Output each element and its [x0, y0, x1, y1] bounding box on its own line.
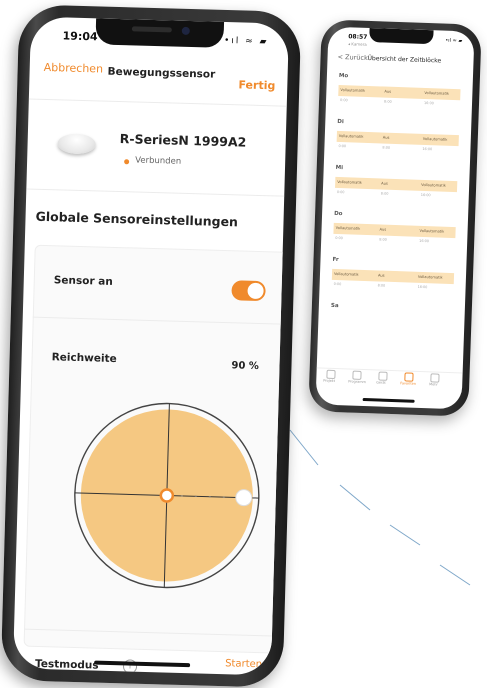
back-page-title: Übersicht der Zeitblöcke [367, 54, 442, 65]
schedule-mode: Vollautomatik [422, 136, 448, 142]
day-label: Sa [330, 302, 339, 310]
back-home-indicator [362, 397, 415, 403]
schedule-mode: Vollautomatik [419, 228, 445, 234]
sensor-toggle[interactable] [231, 280, 266, 302]
schedule-time: 16:00 [422, 146, 433, 152]
schedule-mode: Aus [379, 227, 387, 232]
schedule-time: 0:00 [335, 235, 343, 241]
day-schedule-row[interactable]: Vollautomatik 0:00 Aus 8:00 Vollautomatik 16:… [331, 268, 455, 291]
speaker-grille [131, 26, 172, 33]
back-button[interactable]: < Zurück [337, 53, 367, 62]
schedule-time: 0:00 [336, 189, 345, 195]
schedule-time: 0:00 [333, 281, 342, 287]
range-label: Reichweite [51, 351, 117, 366]
day-schedule-row[interactable]: Vollautomatik 0:00 Aus 8:00 Vollautomatik 16:… [336, 130, 459, 153]
tab-more-icon[interactable] [430, 373, 440, 383]
day-schedule-row[interactable]: Vollautomatik 0:00 Aus 8:00 Vollautomatik 16:… [338, 84, 461, 107]
schedule-time: 8:00 [379, 237, 387, 242]
test-mode-label: Testmodus [34, 657, 99, 672]
schedule-time: 0:00 [338, 143, 347, 149]
range-value: 90 % [231, 360, 260, 373]
connection-status-dot [124, 159, 130, 165]
day-schedule-row[interactable]: Vollautomatik 0:00 Aus 8:00 Vollautomatik 16:… [335, 176, 458, 199]
tab-bar: Projekt Programm Gerät Favoriten Mehr [315, 367, 463, 396]
tab-device[interactable]: Gerät [376, 380, 386, 384]
schedule-time: 8:00 [377, 283, 386, 288]
schedule-time: 16:00 [423, 100, 434, 106]
front-phone-screen: 19:04 •ıl ≈ ▰ Abbrechen Bewegungssensor … [12, 16, 290, 676]
status-icons: •ıl ≈ ▰ [223, 35, 269, 48]
schedule-time: 8:00 [383, 99, 392, 104]
start-button[interactable]: Starten [225, 658, 262, 670]
back-status-sub: ◂ Kamera [347, 41, 367, 47]
tab-program[interactable]: Programm [348, 379, 366, 384]
schedule-mode: Vollautomatik [335, 225, 361, 231]
connection-status: Verbunden [135, 155, 182, 167]
schedule-time: 8:00 [382, 145, 391, 150]
schedule-time: 0:00 [340, 98, 348, 103]
device-name: R-SeriesN 1999A2 [119, 131, 247, 150]
tab-more[interactable]: Mehr [429, 382, 438, 386]
schedule-mode: Aus [381, 181, 388, 186]
toggle-knob [247, 282, 264, 300]
schedule-mode: Vollautomatik [337, 179, 362, 185]
day-label: Mi [335, 164, 344, 172]
schedule-time: 8:00 [380, 191, 389, 196]
section-title: Globale Sensoreinstellungen [35, 208, 239, 230]
day-schedule-row[interactable]: Vollautomatik 0:00 Aus 8:00 Vollautomatik 16:… [333, 222, 456, 245]
sensor-device-icon [57, 133, 96, 155]
range-center-point [159, 488, 175, 503]
day-label: Di [337, 118, 344, 126]
back-status-icons: •ıl ≈ ▰ [445, 37, 463, 45]
tab-project[interactable]: Projekt [323, 379, 335, 383]
schedule-mode: Vollautomatik [424, 90, 450, 96]
back-phone-screen: 08:57 ◂ Kamera •ıl ≈ ▰ < Zurück Übersich… [315, 26, 475, 410]
back-phone: 08:57 ◂ Kamera •ıl ≈ ▰ < Zurück Übersich… [308, 19, 482, 417]
schedule-mode: Aus [382, 135, 390, 140]
schedule-time: 16:00 [419, 238, 430, 244]
back-status-time: 08:57 [348, 33, 368, 41]
tab-favorites[interactable]: Favoriten [400, 381, 416, 386]
tab-project-icon[interactable] [326, 369, 336, 380]
day-label: Fr [332, 256, 339, 264]
schedule-mode: Aus [377, 273, 385, 278]
schedule-mode: Vollautomatik [421, 182, 446, 188]
schedule-time: 16:00 [417, 284, 428, 290]
schedule-mode: Vollautomatik [340, 88, 366, 93]
nav-divider [28, 98, 287, 107]
page-title: Bewegungssensor [107, 65, 216, 81]
schedule-mode: Vollautomatik [333, 271, 359, 277]
home-indicator [94, 660, 191, 668]
tab-favorites-icon[interactable] [404, 372, 414, 382]
range-circle[interactable] [69, 398, 264, 593]
schedule-time: 16:00 [420, 192, 431, 198]
device-divider [26, 188, 285, 197]
range-slider-knob [235, 489, 253, 507]
schedule-mode: Vollautomatik [417, 274, 443, 280]
front-phone-notch [95, 18, 225, 48]
status-time: 19:04 [62, 29, 98, 44]
tab-program-icon[interactable] [352, 370, 362, 380]
done-button[interactable]: Fertig [238, 78, 275, 92]
day-label: Mo [338, 72, 349, 80]
tab-device-icon[interactable] [378, 371, 388, 381]
back-phone-notch [369, 27, 434, 45]
day-label: Do [334, 210, 343, 218]
sensor-toggle-label: Sensor an [53, 274, 113, 288]
schedule-mode: Vollautomatik [338, 133, 364, 139]
schedule-mode: Aus [384, 89, 392, 94]
front-phone: 19:04 •ıl ≈ ▰ Abbrechen Bewegungssensor … [0, 4, 302, 688]
cancel-button[interactable]: Abbrechen [44, 61, 104, 76]
